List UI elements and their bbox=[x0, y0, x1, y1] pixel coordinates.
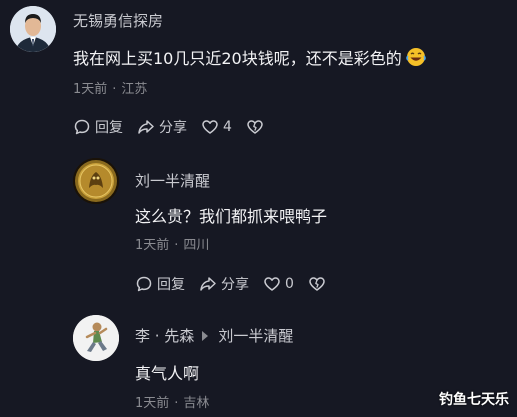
reply-label: 回复 bbox=[95, 120, 123, 136]
like-count: 0 bbox=[285, 276, 294, 292]
heart-icon bbox=[264, 277, 280, 291]
like-count: 4 bbox=[223, 119, 232, 135]
share-icon bbox=[200, 277, 216, 291]
comment-item: 无锡勇信探房 我在网上买10几只近20块钱呢，还不是彩色的 1天前 · 江苏 回复 … bbox=[0, 0, 517, 150]
reply-arrow-icon bbox=[202, 330, 209, 341]
comment-username-line: 李 · 先森 刘一半清醒 bbox=[135, 325, 293, 346]
comment-username[interactable]: 刘一半清醒 bbox=[135, 170, 210, 191]
reply-button[interactable]: 回复 bbox=[135, 274, 185, 294]
comment-text: 真气人啊 bbox=[135, 364, 200, 383]
reply-label: 回复 bbox=[157, 277, 185, 293]
comment-username[interactable]: 李 · 先森 bbox=[135, 325, 194, 346]
comment-icon bbox=[74, 119, 90, 135]
comment-location: 四川 bbox=[183, 238, 210, 253]
comment-actions: 回复 分享 0 bbox=[135, 274, 344, 294]
comment-time: 1天前 bbox=[135, 396, 170, 411]
meta-separator: · bbox=[174, 238, 179, 253]
comment-text: 我在网上买10几只近20块钱呢，还不是彩色的 bbox=[73, 45, 426, 69]
comment-actions: 回复 分享 4 bbox=[73, 117, 282, 137]
share-label: 分享 bbox=[159, 120, 187, 136]
meta-separator: · bbox=[174, 396, 179, 411]
comment-time: 1天前 bbox=[73, 82, 108, 97]
comment-icon bbox=[136, 276, 152, 292]
comment-username[interactable]: 无锡勇信探房 bbox=[73, 10, 163, 31]
comment-location: 江苏 bbox=[121, 82, 148, 97]
watermark: 钓鱼七天乐 bbox=[439, 392, 509, 408]
comment-text-content: 我在网上买10几只近20块钱呢，还不是彩色的 bbox=[73, 49, 402, 68]
comment-meta: 1天前 · 吉林 bbox=[135, 392, 209, 411]
reply-to-username[interactable]: 刘一半清醒 bbox=[218, 325, 293, 346]
share-button[interactable]: 分享 bbox=[199, 274, 249, 294]
like-button[interactable]: 0 bbox=[263, 275, 294, 293]
dislike-button[interactable] bbox=[246, 118, 268, 136]
comment-meta: 1天前 · 江苏 bbox=[73, 78, 147, 97]
share-icon bbox=[138, 120, 154, 134]
like-button[interactable]: 4 bbox=[201, 118, 232, 136]
comment-location: 吉林 bbox=[183, 396, 210, 411]
avatar[interactable] bbox=[10, 6, 56, 52]
meta-separator: · bbox=[112, 82, 117, 97]
dislike-icon bbox=[309, 277, 325, 291]
dislike-button[interactable] bbox=[308, 275, 330, 293]
reply-item: 刘一半清醒 这么贵？我们都抓来喂鸭子 1天前 · 四川 回复 分享 0 bbox=[0, 150, 517, 300]
reply-button[interactable]: 回复 bbox=[73, 117, 123, 137]
comment-meta: 1天前 · 四川 bbox=[135, 234, 209, 253]
share-label: 分享 bbox=[221, 277, 249, 293]
comment-time: 1天前 bbox=[135, 238, 170, 253]
avatar[interactable] bbox=[73, 158, 119, 204]
dislike-icon bbox=[247, 120, 263, 134]
share-button[interactable]: 分享 bbox=[137, 117, 187, 137]
comment-text: 这么贵？我们都抓来喂鸭子 bbox=[135, 207, 328, 226]
heart-icon bbox=[202, 120, 218, 134]
avatar[interactable] bbox=[73, 315, 119, 361]
laughing-emoji-icon bbox=[405, 48, 426, 66]
